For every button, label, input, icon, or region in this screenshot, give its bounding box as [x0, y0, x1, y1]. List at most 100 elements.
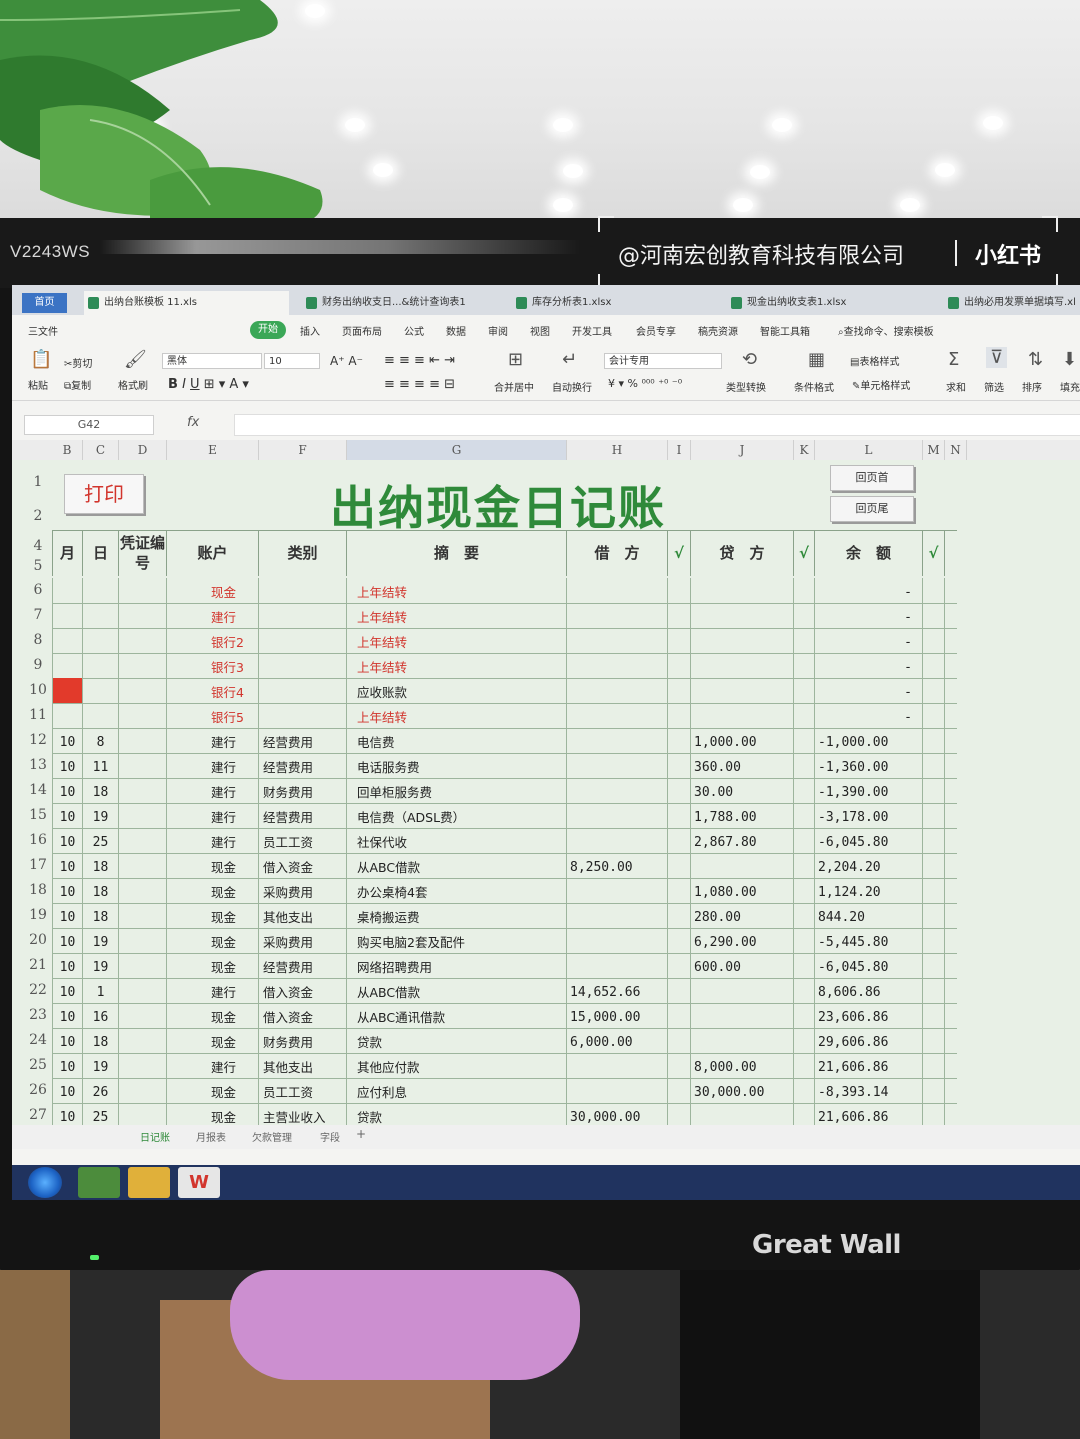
credit-check-cell[interactable] — [794, 928, 815, 953]
table-style-button[interactable]: ▤表格样式 — [850, 353, 899, 368]
day-cell[interactable]: 16 — [83, 1003, 119, 1028]
sort-icon[interactable]: ⇅ — [1028, 349, 1043, 370]
credit-check-cell[interactable] — [794, 653, 815, 678]
balance-cell[interactable]: - — [815, 653, 923, 678]
row-number[interactable]: 27 — [24, 1107, 52, 1123]
credit-cell[interactable]: 30.00 — [691, 778, 794, 803]
voucher-cell[interactable] — [119, 903, 167, 928]
debit-check-cell[interactable] — [668, 828, 691, 853]
balance-cell[interactable]: -5,445.80 — [815, 928, 923, 953]
debit-cell[interactable] — [567, 928, 668, 953]
voucher-cell[interactable] — [119, 603, 167, 628]
debit-check-cell[interactable] — [668, 628, 691, 653]
text-style-buttons[interactable]: B I U ⊞ ▾ A ▾ — [168, 377, 249, 392]
balance-check-cell[interactable] — [923, 753, 945, 778]
month-cell[interactable]: 10 — [52, 853, 83, 878]
voucher-cell[interactable] — [119, 928, 167, 953]
credit-cell[interactable]: 360.00 — [691, 753, 794, 778]
debit-check-cell[interactable] — [668, 728, 691, 753]
account-cell[interactable]: 现金 — [167, 903, 259, 928]
number-format-buttons[interactable]: ¥ ▾ % ⁰⁰⁰ ⁺⁰ ⁻⁰ — [608, 377, 682, 390]
account-cell[interactable]: 现金 — [167, 1078, 259, 1103]
day-cell[interactable]: 18 — [83, 878, 119, 903]
month-cell[interactable]: 10 — [52, 1078, 83, 1103]
row-number[interactable]: 15 — [24, 807, 52, 823]
credit-check-cell[interactable] — [794, 603, 815, 628]
format-painter-icon[interactable]: 🖌 — [124, 349, 147, 370]
menu-developer[interactable]: 开发工具 — [572, 323, 612, 338]
account-cell[interactable]: 建行 — [167, 978, 259, 1003]
command-search[interactable]: ⌕查找命令、搜索模板 — [838, 323, 934, 338]
balance-cell[interactable]: -1,000.00 — [815, 728, 923, 753]
credit-check-cell[interactable] — [794, 878, 815, 903]
day-cell[interactable]: 1 — [83, 978, 119, 1003]
column-header-cell[interactable]: D — [119, 440, 167, 460]
column-header-cell[interactable]: K — [794, 440, 815, 460]
credit-cell[interactable]: 6,290.00 — [691, 928, 794, 953]
conditional-format-icon[interactable]: ▦ — [808, 349, 825, 370]
merge-icon[interactable]: ⊞ — [508, 349, 523, 370]
balance-check-cell[interactable] — [923, 1003, 945, 1028]
debit-check-cell[interactable] — [668, 1078, 691, 1103]
account-cell[interactable]: 现金 — [167, 928, 259, 953]
wrap-icon[interactable]: ↵ — [562, 349, 577, 370]
credit-cell[interactable]: 1,788.00 — [691, 803, 794, 828]
day-cell[interactable]: 19 — [83, 1053, 119, 1078]
day-cell[interactable]: 19 — [83, 953, 119, 978]
balance-cell[interactable]: -6,045.80 — [815, 953, 923, 978]
row-number[interactable]: 16 — [24, 832, 52, 848]
balance-check-cell[interactable] — [923, 678, 945, 703]
summary-cell[interactable]: 其他应付款 — [347, 1053, 567, 1078]
voucher-header[interactable]: 凭证编号 — [119, 530, 167, 576]
wrap-text-label[interactable]: 自动换行 — [552, 379, 592, 394]
sum-label[interactable]: 求和 — [946, 379, 966, 394]
category-cell[interactable] — [259, 628, 347, 653]
column-header-cell[interactable]: H — [567, 440, 668, 460]
cell-style-button[interactable]: ✎单元格样式 — [852, 377, 910, 392]
debit-check-cell[interactable] — [668, 928, 691, 953]
account-cell[interactable]: 银行4 — [167, 678, 259, 703]
voucher-cell[interactable] — [119, 803, 167, 828]
debit-cell[interactable] — [567, 1053, 668, 1078]
row-number[interactable]: 20 — [24, 932, 52, 948]
balance-cell[interactable]: - — [815, 628, 923, 653]
debit-cell[interactable] — [567, 678, 668, 703]
month-header[interactable]: 月 — [52, 530, 83, 576]
balance-check-cell[interactable] — [923, 578, 945, 603]
credit-check-cell[interactable] — [794, 903, 815, 928]
voucher-cell[interactable] — [119, 828, 167, 853]
debit-cell[interactable] — [567, 753, 668, 778]
paste-label[interactable]: 粘贴 — [28, 377, 48, 392]
debit-cell[interactable] — [567, 953, 668, 978]
category-cell[interactable]: 借入资金 — [259, 978, 347, 1003]
debit-check-cell[interactable] — [668, 753, 691, 778]
menu-start-tab[interactable]: 开始 — [250, 321, 286, 339]
day-cell[interactable] — [83, 628, 119, 653]
month-cell[interactable]: 10 — [52, 803, 83, 828]
row-number[interactable]: 8 — [24, 632, 52, 648]
column-header-cell[interactable]: F — [259, 440, 347, 460]
voucher-cell[interactable] — [119, 953, 167, 978]
debit-check-cell[interactable] — [668, 578, 691, 603]
category-cell[interactable]: 经营费用 — [259, 803, 347, 828]
go-bottom-button[interactable]: 回页尾 — [830, 496, 914, 522]
credit-cell[interactable]: 2,867.80 — [691, 828, 794, 853]
name-box[interactable]: G42 — [24, 415, 154, 435]
balance-check-cell[interactable] — [923, 828, 945, 853]
debit-check-cell[interactable] — [668, 903, 691, 928]
category-cell[interactable] — [259, 603, 347, 628]
month-cell[interactable]: 10 — [52, 753, 83, 778]
fx-icon[interactable]: fx — [187, 415, 199, 430]
summary-cell[interactable]: 应付利息 — [347, 1078, 567, 1103]
day-cell[interactable]: 25 — [83, 828, 119, 853]
sheet-tab-journal[interactable]: 日记账 — [140, 1129, 170, 1144]
credit-cell[interactable] — [691, 853, 794, 878]
voucher-cell[interactable] — [119, 778, 167, 803]
voucher-cell[interactable] — [119, 1003, 167, 1028]
credit-cell[interactable]: 280.00 — [691, 903, 794, 928]
row-number[interactable]: 6 — [24, 582, 52, 598]
balance-check-cell[interactable] — [923, 603, 945, 628]
day-cell[interactable] — [83, 678, 119, 703]
day-cell[interactable]: 19 — [83, 928, 119, 953]
month-cell[interactable]: 10 — [52, 878, 83, 903]
